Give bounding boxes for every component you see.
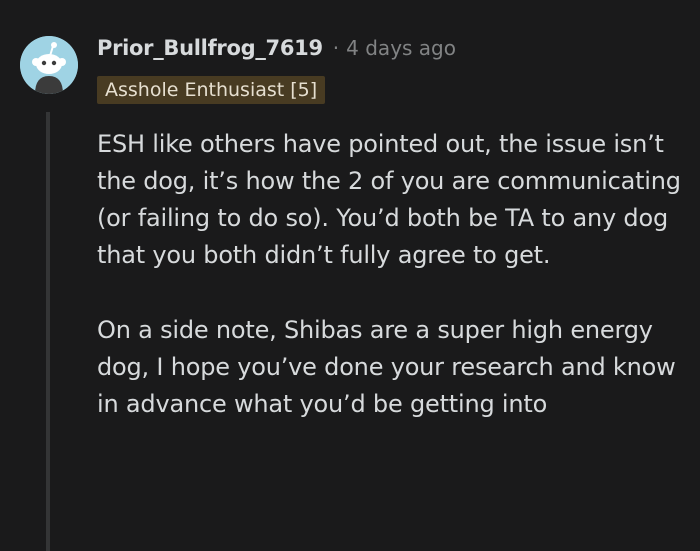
comment-paragraph: ESH like others have pointed out, the is…	[97, 130, 681, 269]
user-avatar[interactable]	[20, 36, 78, 94]
comment: Prior_Bullfrog_7619 · 4 days ago Asshole…	[0, 0, 700, 551]
comment-body: ESH like others have pointed out, the is…	[97, 126, 687, 423]
comment-meta: Prior_Bullfrog_7619 · 4 days ago	[97, 33, 456, 63]
snoo-avatar-icon	[20, 36, 78, 94]
comment-paragraph: On a side note, Shibas are a super high …	[97, 316, 676, 418]
username[interactable]: Prior_Bullfrog_7619	[97, 36, 323, 60]
user-flair: Asshole Enthusiast [5]	[97, 76, 326, 104]
timestamp[interactable]: 4 days ago	[346, 36, 456, 60]
meta-separator: ·	[332, 36, 340, 60]
thread-collapse-line[interactable]	[46, 112, 50, 551]
